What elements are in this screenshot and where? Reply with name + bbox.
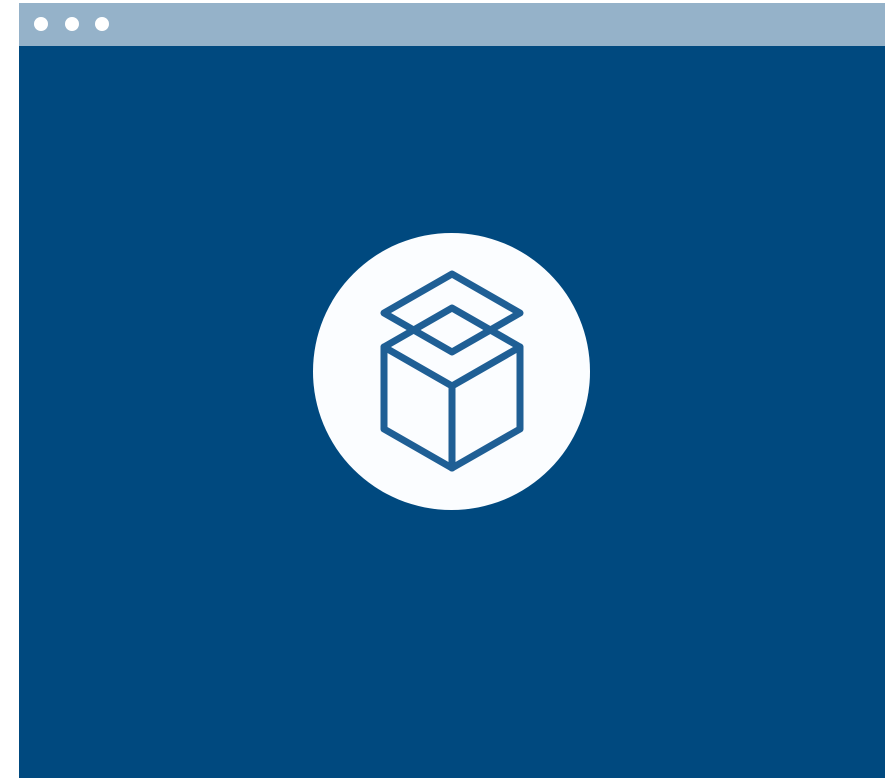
app-window bbox=[19, 3, 885, 778]
hero-icon-circle bbox=[313, 233, 590, 510]
window-control-close[interactable] bbox=[34, 17, 48, 31]
title-bar bbox=[19, 3, 885, 46]
main-content bbox=[19, 46, 885, 778]
window-control-minimize[interactable] bbox=[65, 17, 79, 31]
window-control-maximize[interactable] bbox=[95, 17, 109, 31]
box-layers-icon bbox=[380, 270, 524, 472]
